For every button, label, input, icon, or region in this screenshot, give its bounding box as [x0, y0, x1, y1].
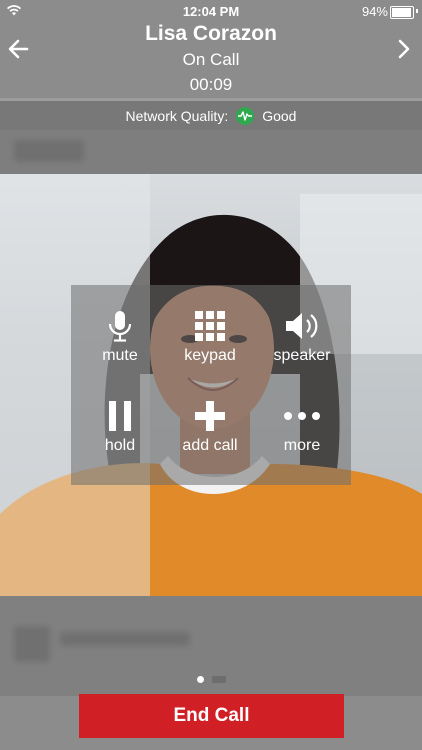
keypad-icon: [165, 309, 255, 343]
battery-icon: [390, 6, 414, 19]
mute-button[interactable]: mute: [75, 295, 165, 375]
video-page-icon[interactable]: [211, 676, 226, 683]
keypad-button[interactable]: keypad: [165, 295, 255, 375]
control-label: mute: [102, 347, 138, 364]
status-time: 12:04 PM: [182, 4, 240, 19]
page-indicator: [0, 676, 422, 683]
battery-percent: 94%: [361, 4, 388, 19]
control-label: hold: [104, 437, 136, 454]
control-label: more: [283, 437, 321, 454]
control-label: speaker: [273, 347, 331, 364]
end-call-button[interactable]: End Call: [79, 694, 344, 738]
control-label: keypad: [184, 347, 236, 364]
call-state: On Call: [182, 50, 240, 69]
signal-pulse-icon: [236, 106, 255, 125]
background-row: [0, 130, 422, 174]
more-button[interactable]: more: [257, 385, 347, 465]
network-quality-bar: Network Quality: Good: [0, 101, 422, 130]
add-call-button[interactable]: add call: [165, 385, 255, 465]
network-quality-label: Network Quality:: [125, 107, 229, 124]
pause-icon: [75, 399, 165, 433]
microphone-icon: [75, 309, 165, 343]
hold-button[interactable]: hold: [75, 385, 165, 465]
plus-icon: [165, 399, 255, 433]
network-quality-value: Good: [262, 107, 297, 124]
call-controls: mute keypad speaker hold add call more: [71, 285, 351, 485]
call-timer: 00:09: [189, 75, 233, 94]
speaker-icon: [257, 309, 347, 343]
call-screen: 12:04 PM 94% Lisa Corazon On Call 00:09 …: [0, 0, 422, 750]
status-bar: 12:04 PM 94%: [0, 0, 422, 22]
control-label: add call: [182, 437, 238, 454]
chevron-right-icon[interactable]: [392, 38, 416, 62]
call-header: Lisa Corazon On Call 00:09: [0, 20, 422, 100]
more-dots-icon: [257, 399, 347, 433]
caller-name: Lisa Corazon: [145, 22, 277, 45]
speaker-button[interactable]: speaker: [257, 295, 347, 375]
page-dot-active[interactable]: [196, 676, 204, 683]
